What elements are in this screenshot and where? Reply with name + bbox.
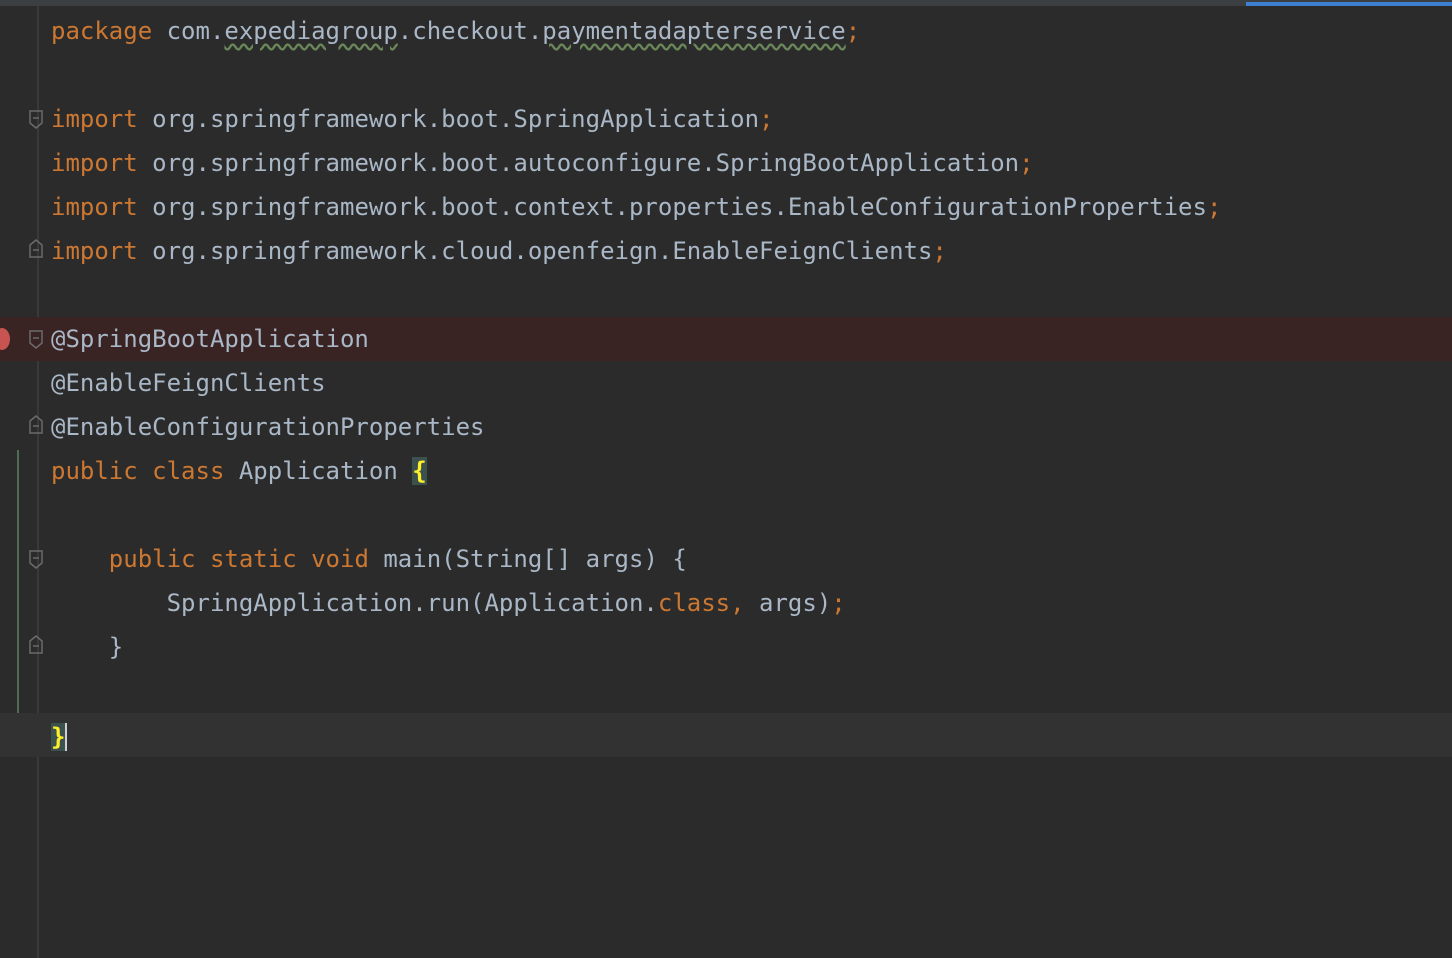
code-line-import[interactable]: import org.springframework.boot.context.… [0, 185, 1452, 229]
package-prefix: com. [152, 17, 225, 45]
indexing-progress-bar [1246, 2, 1452, 6]
code-line-package[interactable]: package com.expediagroup.checkout.paymen… [0, 9, 1452, 53]
comma: , [730, 589, 745, 617]
semicolon: ; [759, 105, 774, 133]
fold-end-icon[interactable] [28, 415, 44, 435]
import-path: org.springframework.boot.context.propert… [137, 193, 1207, 221]
keyword-public: public [51, 457, 138, 485]
code-line-class-declaration[interactable]: public class Application { [0, 449, 1452, 493]
code-line-import[interactable]: import org.springframework.cloud.openfei… [0, 229, 1452, 273]
code-editor[interactable]: package com.expediagroup.checkout.paymen… [0, 0, 1452, 958]
fold-end-icon[interactable] [28, 239, 44, 259]
matched-brace-close: } [51, 723, 66, 751]
call-args: args) [744, 589, 832, 617]
annotation: @EnableFeignClients [51, 369, 326, 397]
method-call: SpringApplication.run(Application. [166, 589, 658, 617]
keyword-class: class [657, 589, 731, 617]
semicolon: ; [1206, 193, 1222, 221]
fold-end-icon[interactable] [28, 635, 44, 655]
fold-start-icon[interactable] [28, 549, 44, 569]
annotation: @SpringBootApplication [51, 325, 369, 353]
code-line-annotation[interactable]: @EnableConfigurationProperties [0, 405, 1452, 449]
keyword-import: import [51, 237, 138, 265]
breakpoint-icon[interactable] [0, 328, 10, 350]
keyword-import: import [51, 193, 138, 221]
matched-brace-open: { [412, 457, 427, 485]
code-line-method-close[interactable]: } [0, 625, 1452, 669]
import-path: org.springframework.cloud.openfeign.Enab… [137, 237, 933, 265]
keyword-import: import [51, 105, 138, 133]
editor-tab-strip [0, 0, 1452, 6]
method-signature: main(String[] args) { [368, 545, 687, 573]
import-path: org.springframework.boot.SpringApplicati… [137, 105, 760, 133]
semicolon: ; [831, 589, 846, 617]
keyword-void: void [311, 545, 369, 573]
code-line-class-close[interactable]: } [0, 713, 1452, 757]
keyword-public: public [108, 545, 196, 573]
code-line-annotation[interactable]: @EnableFeignClients [0, 361, 1452, 405]
keyword-import: import [51, 149, 138, 177]
annotation: @EnableConfigurationProperties [51, 413, 485, 441]
code-line-import[interactable]: import org.springframework.boot.autoconf… [0, 141, 1452, 185]
code-line-annotation[interactable]: @SpringBootApplication [0, 317, 1452, 361]
import-path: org.springframework.boot.autoconfigure.S… [137, 149, 1020, 177]
code-line-statement[interactable]: SpringApplication.run(Application.class,… [0, 581, 1452, 625]
code-line-import[interactable]: import org.springframework.boot.SpringAp… [0, 97, 1452, 141]
text-caret [65, 723, 68, 751]
package-segment-typo: paymentadapterservice [542, 17, 846, 45]
package-segment-typo: expediagroup [224, 17, 398, 45]
fold-start-icon[interactable] [28, 329, 44, 349]
class-name: Application [224, 457, 413, 485]
semicolon: ; [1019, 149, 1034, 177]
keyword-class: class [152, 457, 225, 485]
semicolon: ; [932, 237, 947, 265]
package-segment: .checkout. [397, 17, 543, 45]
semicolon: ; [845, 17, 861, 45]
fold-start-icon[interactable] [28, 109, 44, 129]
keyword-package: package [51, 17, 153, 45]
closing-brace: } [108, 633, 124, 661]
code-line-method-declaration[interactable]: public static void main(String[] args) { [0, 537, 1452, 581]
keyword-static: static [209, 545, 297, 573]
